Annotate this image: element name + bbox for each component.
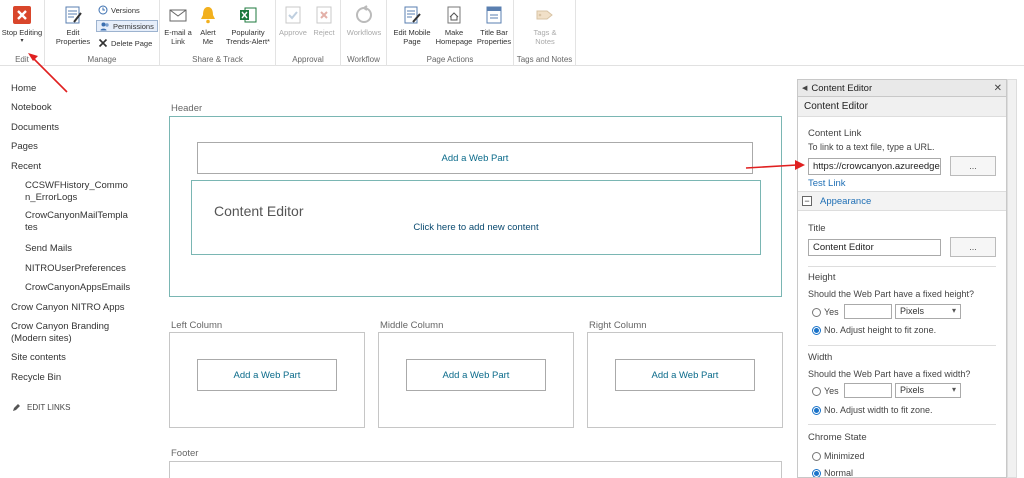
annotation-arrow-content-link: [745, 160, 805, 170]
annotation-arrow-stop-editing: [28, 53, 68, 93]
annotation-arrows: [28, 53, 805, 170]
